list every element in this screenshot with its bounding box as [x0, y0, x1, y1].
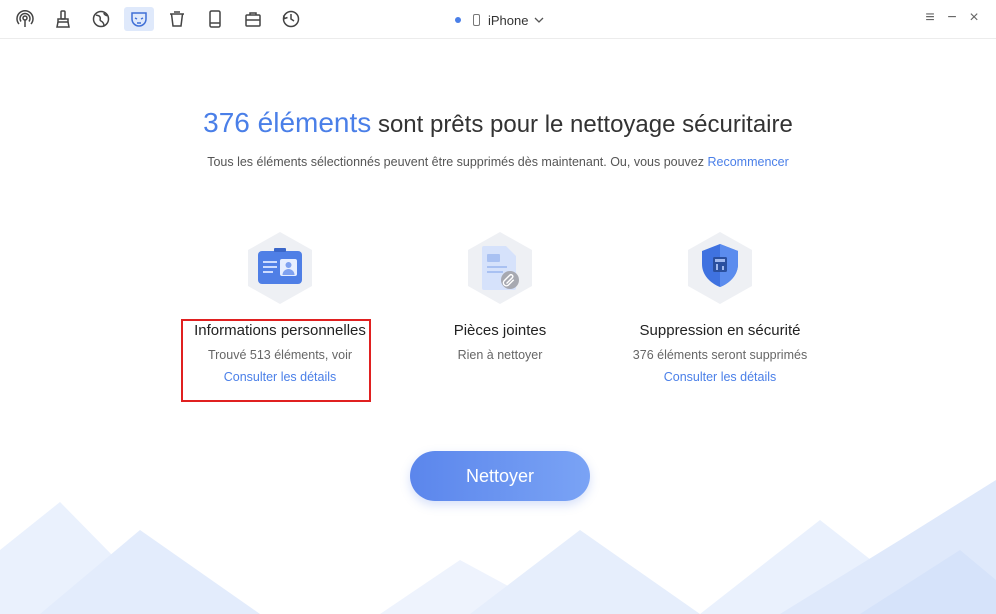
chevron-down-icon — [535, 17, 544, 23]
attachment-document-icon — [464, 230, 536, 306]
shield-icon — [684, 230, 756, 306]
page-subtitle: Tous les éléments sélectionnés peuvent ê… — [0, 155, 996, 169]
card-title: Pièces jointes — [453, 322, 547, 339]
card-secure-deletion: Suppression en sécurité 376 éléments ser… — [620, 230, 820, 384]
minimize-button[interactable]: − — [944, 9, 960, 27]
highlight-box — [181, 319, 371, 402]
airdrop-icon[interactable] — [10, 7, 40, 31]
phone-icon — [473, 14, 480, 26]
connection-dot — [455, 17, 461, 23]
device-selector[interactable]: iPhone — [455, 10, 544, 30]
card-subtitle: 376 éléments seront supprimés — [632, 348, 808, 362]
close-button[interactable]: × — [966, 9, 982, 27]
subtitle-text: Tous les éléments sélectionnés peuvent ê… — [207, 155, 705, 169]
brush-icon[interactable] — [48, 7, 78, 31]
card-attachments: Pièces jointes Rien à nettoyer — [400, 230, 600, 362]
card-title: Suppression en sécurité — [639, 322, 801, 339]
top-toolbar: iPhone ≡ − × — [0, 0, 996, 39]
id-card-icon — [244, 230, 316, 306]
card-subtitle: Rien à nettoyer — [457, 348, 543, 362]
items-count: 376 éléments — [203, 107, 372, 138]
mask-icon[interactable] — [124, 7, 154, 31]
restart-link[interactable]: Recommencer — [708, 155, 789, 169]
device-name: iPhone — [488, 12, 529, 28]
view-details-link[interactable]: Consulter les détails — [620, 370, 820, 384]
history-icon[interactable] — [276, 7, 306, 31]
tablet-icon[interactable] — [200, 7, 230, 31]
clean-button[interactable]: Nettoyer — [410, 451, 590, 501]
trash-bin-icon[interactable] — [162, 7, 192, 31]
page-title: 376 éléments sont prêts pour le nettoyag… — [0, 107, 996, 139]
title-text: sont prêts pour le nettoyage sécuritaire — [377, 111, 793, 138]
toolbox-icon[interactable] — [238, 7, 268, 31]
globe-icon[interactable] — [86, 7, 116, 31]
menu-button[interactable]: ≡ — [922, 9, 938, 27]
